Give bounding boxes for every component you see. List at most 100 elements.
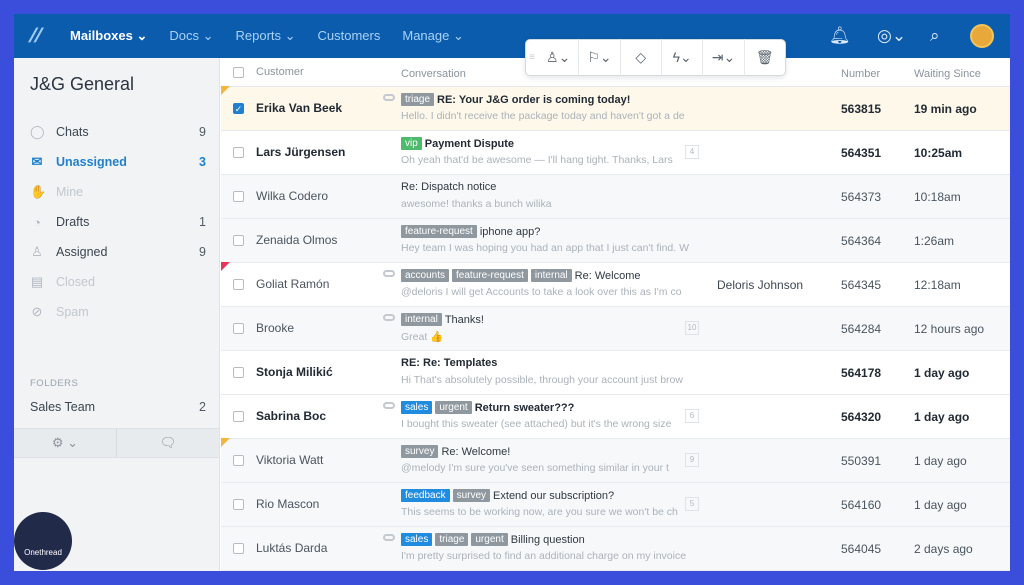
tag-button[interactable]: ◇ <box>621 39 662 76</box>
table-row[interactable]: ✓ Erika Van Beek triage RE: Your J&G orde… <box>221 86 1010 131</box>
folder-item[interactable]: Sales Team 2 <box>30 395 206 419</box>
col-conversation[interactable]: Conversation <box>401 68 466 80</box>
tag-badge[interactable]: feature-request <box>452 269 528 282</box>
sidebar-item-label: Unassigned <box>56 155 127 169</box>
customer-name: Luktás Darda <box>256 541 328 555</box>
conversation-number: 563815 <box>841 102 882 116</box>
attachment-icon <box>383 314 395 321</box>
tag-badge[interactable]: sales <box>401 401 433 414</box>
row-checkbox[interactable] <box>233 367 244 378</box>
search-icon[interactable]: ⌕ <box>930 14 940 58</box>
tag-badge[interactable]: feedback <box>401 489 450 502</box>
help-icon[interactable]: ◎⌄ <box>877 14 906 58</box>
preview: Hi That's absolutely possible, through y… <box>401 374 683 386</box>
conversation-number: 564045 <box>841 542 882 556</box>
table-row[interactable]: Luktás Darda sales triage urgent Billing qu… <box>221 527 1010 571</box>
table-row[interactable]: Lars Jürgensen vip Payment Dispute Oh yea… <box>221 131 1010 175</box>
subject: Thanks! <box>444 313 484 326</box>
workflow-button[interactable]: ϟ⌄ <box>662 39 704 76</box>
nav-item[interactable]: Customers <box>318 28 381 44</box>
thread-count: 5 <box>685 497 699 511</box>
conversation-number: 564320 <box>841 410 882 424</box>
row-checkbox[interactable] <box>233 455 244 466</box>
row-checkbox[interactable] <box>233 543 244 554</box>
table-row[interactable]: Rio Mascon feedback survey Extend our subs… <box>221 483 1010 527</box>
row-checkbox[interactable] <box>233 147 244 158</box>
table-row[interactable]: Viktoria Watt survey Re: Welcome! @melody… <box>221 438 1010 483</box>
conversation-number: 564178 <box>841 366 882 380</box>
row-checkbox[interactable] <box>233 279 244 290</box>
row-checkbox[interactable] <box>233 235 244 246</box>
move-button[interactable]: ⇥⌄ <box>703 39 745 76</box>
thread-count: 10 <box>685 321 699 335</box>
sidebar-item-label: Closed <box>56 275 95 289</box>
select-all-checkbox[interactable] <box>233 66 244 78</box>
sidebar-item[interactable]: ▤ Closed <box>30 270 206 294</box>
waiting-since: 1 day ago <box>914 454 967 468</box>
settings-button[interactable]: ⚙ ⌄ <box>14 429 117 457</box>
delete-button[interactable]: 🗑︎ <box>745 39 785 76</box>
sidebar-item[interactable]: ♙ Assigned 9 <box>30 240 206 264</box>
row-checkbox[interactable] <box>233 191 244 202</box>
move-icon: ⇥⌄ <box>711 49 736 65</box>
tag-badge[interactable]: urgent <box>471 533 508 546</box>
nav-item[interactable]: Mailboxes ⌄ <box>70 28 147 44</box>
nav-item[interactable]: Reports ⌄ <box>235 28 295 44</box>
flag-icon: ⚐⌄ <box>587 49 612 65</box>
new-chat-button[interactable]: 🗨︎ <box>117 429 219 457</box>
status-button[interactable]: ⚐⌄ <box>579 39 621 76</box>
customer-name: Sabrina Boc <box>256 409 327 423</box>
sidebar-item[interactable]: ◯ Chats 9 <box>30 120 206 144</box>
table-row[interactable]: Goliat Ramón accounts feature-request inte… <box>221 262 1010 307</box>
sidebar-item[interactable]: ✉ Unassigned 3 <box>30 150 206 174</box>
table-row[interactable]: Wilka Codero Re: Dispatch notice awesome… <box>221 175 1010 219</box>
preview: This seems to be working now, are you su… <box>401 506 678 518</box>
tag-badge[interactable]: accounts <box>401 269 450 282</box>
waiting-since: 10:25am <box>914 146 963 160</box>
nav-item[interactable]: Manage ⌄ <box>402 28 463 44</box>
top-nav: // Mailboxes ⌄ Docs ⌄ Reports ⌄ Customers Ma… <box>14 14 1010 58</box>
waiting-since: 2 days ago <box>914 542 973 556</box>
waiting-since: 1 day ago <box>914 498 967 512</box>
tag-badge[interactable]: urgent <box>435 401 472 414</box>
drag-handle-icon[interactable]: ≡ <box>526 52 538 63</box>
row-checkbox[interactable]: ✓ <box>233 103 244 114</box>
customer-name: Brooke <box>256 321 295 335</box>
logo-icon[interactable]: // <box>26 25 53 47</box>
row-checkbox[interactable] <box>233 411 244 422</box>
nav-item[interactable]: Docs ⌄ <box>169 28 213 44</box>
waiting-since: 1 day ago <box>914 366 970 380</box>
sidebar-item[interactable]: ⊘ Spam <box>30 300 206 324</box>
sidebar-item[interactable]: ✋ Mine <box>30 180 206 204</box>
row-checkbox[interactable] <box>233 499 244 510</box>
waiting-since: 1:26am <box>914 234 955 248</box>
assign-button[interactable]: ♙⌄ <box>538 39 580 76</box>
hand-icon: ✋ <box>30 184 47 199</box>
gear-icon: ⚙ ⌄ <box>51 435 79 450</box>
tag-badge[interactable]: sales <box>401 533 433 546</box>
col-number[interactable]: Number <box>841 68 880 80</box>
bell-icon[interactable]: 🔔︎ <box>829 14 851 58</box>
tag-badge[interactable]: feature-request <box>401 225 477 238</box>
table-row[interactable]: Sabrina Boc sales urgent Return sweater???… <box>221 395 1010 439</box>
attachment-icon <box>383 402 395 409</box>
waiting-since: 19 min ago <box>914 102 977 116</box>
waiting-since: 12 hours ago <box>914 322 985 336</box>
tag-badge[interactable]: survey <box>401 445 439 458</box>
table-row[interactable]: Stonja Milikić RE: Re: Templates Hi That… <box>221 351 1010 395</box>
tag-badge[interactable]: internal <box>401 313 442 326</box>
tag-badge[interactable]: survey <box>452 489 491 502</box>
conversation-number: 564364 <box>841 234 882 248</box>
col-waiting[interactable]: Waiting Since <box>914 68 981 80</box>
tag-badge[interactable]: triage <box>435 533 469 546</box>
avatar[interactable] <box>970 24 994 48</box>
sidebar-item[interactable]: ◔ Drafts 1 <box>30 210 206 234</box>
table-row[interactable]: Brooke internal Thanks! Great 👍 10 564284… <box>221 307 1010 351</box>
col-customer[interactable]: Customer <box>256 66 304 78</box>
tag-badge[interactable]: internal <box>530 269 572 282</box>
tag-badge[interactable]: vip <box>401 137 422 150</box>
table-row[interactable]: Zenaida Olmos feature-request iphone app?… <box>221 219 1010 263</box>
row-checkbox[interactable] <box>233 323 244 334</box>
tag-badge[interactable]: triage <box>401 93 435 106</box>
conversation-number: 564373 <box>841 190 882 204</box>
